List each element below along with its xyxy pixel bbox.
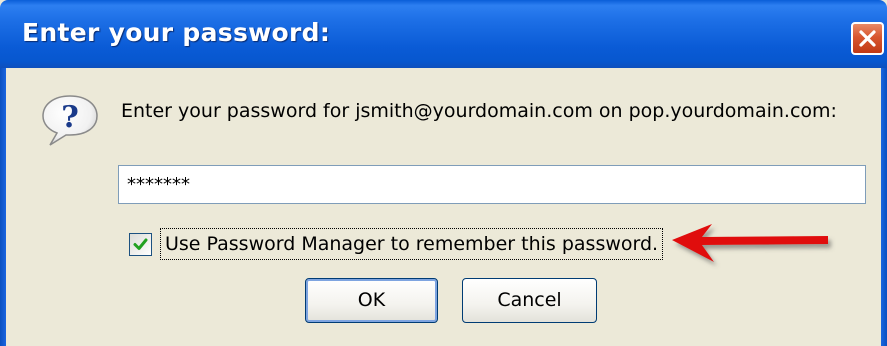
cancel-button[interactable]: Cancel [462, 278, 597, 323]
dialog-title: Enter your password: [22, 18, 331, 47]
close-icon [859, 30, 876, 47]
remember-password-label[interactable]: Use Password Manager to remember this pa… [160, 228, 664, 260]
checkmark-icon [133, 238, 148, 250]
remember-password-checkbox[interactable] [129, 233, 152, 256]
svg-text:?: ? [61, 100, 79, 135]
window-frame-left [0, 68, 6, 346]
title-bar[interactable]: Enter your password: [0, 0, 887, 68]
red-arrow-icon [672, 224, 828, 262]
password-field[interactable]: ******* [118, 165, 866, 204]
close-button[interactable] [851, 22, 884, 55]
password-prompt: Enter your password for jsmith@yourdomai… [121, 100, 837, 122]
ok-button[interactable]: OK [305, 278, 438, 323]
window-frame-right [881, 68, 887, 346]
password-dialog: Enter your password: ? Enter your passwo… [0, 0, 887, 346]
question-bubble-icon: ? [42, 95, 98, 146]
